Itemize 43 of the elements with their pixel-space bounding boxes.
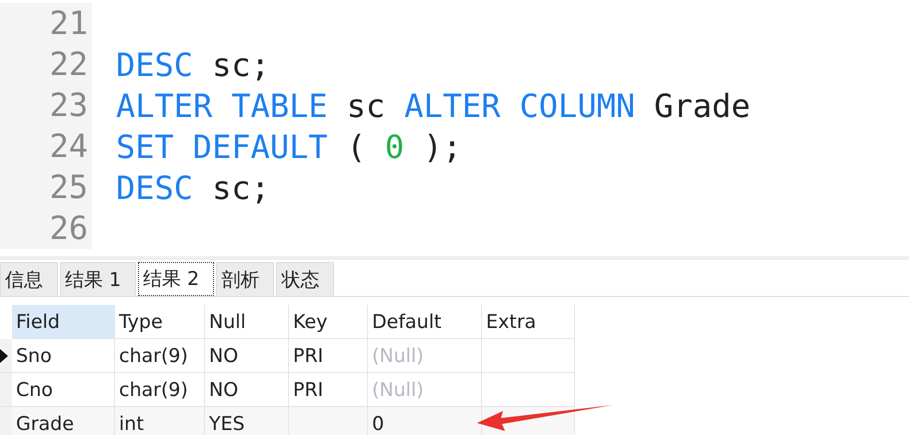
result-tab[interactable]: 状态: [276, 262, 334, 296]
column-header[interactable]: Null: [205, 305, 289, 339]
result-tab[interactable]: 信息: [0, 262, 58, 296]
table-cell: YES: [205, 407, 289, 435]
table-cell: Sno: [12, 339, 115, 373]
code-token: ALTER: [404, 86, 501, 124]
code-token: SET: [116, 128, 174, 166]
line-number: 21: [0, 3, 92, 44]
line-number: 23: [0, 85, 92, 126]
table-cell: int: [115, 407, 205, 435]
code-token: sc;: [212, 168, 270, 206]
line-number: 22: [0, 44, 92, 85]
table-cell: 0: [368, 407, 482, 435]
code-token: TABLE: [231, 86, 328, 124]
code-token: (: [346, 128, 366, 166]
result-tab[interactable]: 剖析: [216, 262, 274, 296]
code-token: );: [423, 128, 462, 166]
column-header[interactable]: Default: [368, 305, 482, 339]
table-cell: NO: [205, 339, 289, 373]
column-header[interactable]: Field: [12, 305, 115, 339]
code-token: DEFAULT: [192, 128, 328, 166]
code-token: 0: [384, 128, 404, 166]
code-token: DESC: [116, 168, 194, 206]
code-token: COLUMN: [520, 86, 636, 124]
code-token: sc: [346, 86, 386, 124]
column-header[interactable]: Type: [115, 305, 205, 339]
table-cell: PRI: [289, 339, 368, 373]
table-cell: (Null): [368, 339, 482, 373]
table-cell: char(9): [115, 339, 205, 373]
code-token: ALTER: [116, 86, 212, 124]
line-number: 25: [0, 167, 92, 208]
table-cell: Grade: [12, 407, 115, 435]
result-tab[interactable]: 结果 2: [138, 262, 214, 296]
code-token: Grade: [654, 86, 750, 124]
line-number: 26: [0, 208, 92, 249]
column-header[interactable]: Key: [289, 305, 368, 339]
current-row-icon: [0, 348, 8, 362]
code-token: sc;: [212, 46, 270, 84]
column-header[interactable]: Extra: [482, 305, 575, 339]
row-header[interactable]: [0, 339, 12, 373]
result-tab[interactable]: 结果 1: [60, 262, 136, 296]
code-token: DESC: [116, 46, 194, 84]
line-number: 24: [0, 126, 92, 167]
